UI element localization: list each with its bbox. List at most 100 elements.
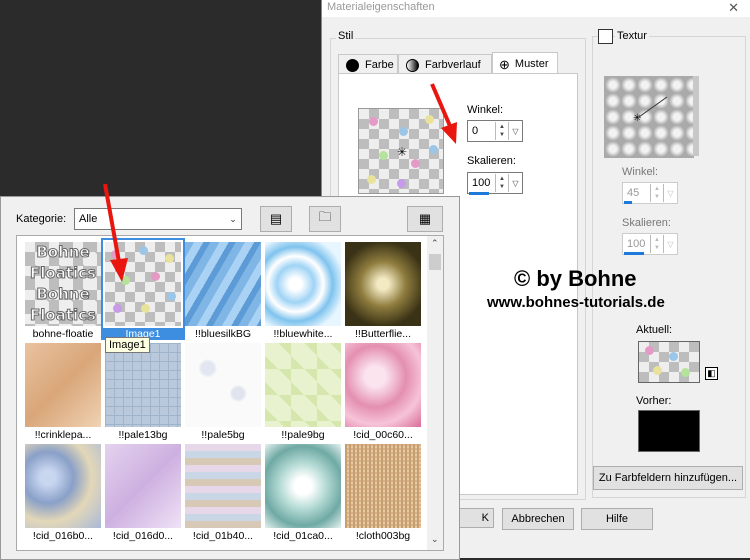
pattern-thumbnail	[105, 343, 181, 427]
skalieren-slider-fill[interactable]	[469, 192, 489, 195]
pattern-thumbnail: Bohne Floatics Bohne Floatics	[25, 242, 101, 326]
tab-muster-label: Muster	[514, 58, 549, 70]
vertical-scrollbar[interactable]: ⌃ ⌄	[427, 236, 443, 550]
spinner-arrows-icon[interactable]: ▲ ▼	[495, 122, 508, 140]
gradient-icon	[406, 58, 419, 72]
pattern-thumbnail	[265, 343, 341, 427]
chevron-down-icon: ▽	[663, 184, 677, 202]
tooltip: Image1	[105, 337, 150, 353]
pattern-caption: !cloth003bg	[355, 530, 411, 542]
chevron-down-icon: ▽	[663, 235, 677, 253]
winkel-label: Winkel:	[467, 104, 504, 116]
pattern-item[interactable]: !!pale13bg	[105, 343, 181, 441]
tab-muster[interactable]: ⊕ Muster	[492, 52, 558, 75]
tab-farbe[interactable]: Farbe	[338, 54, 398, 75]
pattern-thumbnail	[185, 242, 261, 326]
chevron-down-icon[interactable]: ▽	[508, 174, 522, 192]
pattern-thumbnail	[105, 444, 181, 528]
thumb-logo-text: Floatics	[30, 306, 97, 324]
pattern-thumbnail	[25, 444, 101, 528]
pattern-thumbnail	[345, 242, 421, 326]
previous-swatch[interactable]	[638, 410, 700, 452]
skalieren-label: Skalieren:	[467, 155, 516, 167]
skalieren-spinner[interactable]: 100 ▲ ▼ ▽	[467, 172, 523, 194]
vorher-label: Vorher:	[636, 395, 672, 407]
pattern-grid: Bohne Floatics Bohne Floatics bohne-floa…	[16, 235, 444, 551]
texture-skalieren-fill	[624, 252, 644, 255]
texture-winkel-fill	[624, 201, 632, 204]
grid-icon: ▦	[418, 211, 432, 226]
skalieren-value[interactable]: 100	[468, 177, 495, 189]
tab-farbverlauf[interactable]: Farbverlauf	[398, 54, 492, 75]
pattern-caption: !!pale5bg	[201, 429, 245, 441]
pattern-thumbnail	[345, 343, 421, 427]
winkel-value[interactable]: 0	[468, 125, 495, 137]
pattern-caption: !cid_00c60...	[353, 429, 413, 441]
center-marker-icon: ✳	[397, 145, 408, 159]
pattern-item[interactable]: !!pale9bg	[265, 343, 341, 441]
pattern-item[interactable]: !!bluewhite...	[265, 242, 341, 340]
pattern-item[interactable]: !cid_00c60...	[345, 343, 421, 441]
chevron-down-icon[interactable]: ▽	[508, 122, 522, 140]
pattern-thumbnail	[101, 238, 185, 330]
chevron-down-icon[interactable]: ⌄	[225, 214, 241, 225]
pattern-item-selected[interactable]: Image1	[101, 238, 185, 340]
texture-skalieren-label: Skalieren:	[622, 217, 671, 229]
pattern-thumbnail	[345, 444, 421, 528]
thumb-logo-text: Bohne	[36, 243, 90, 261]
tab-farbe-label: Farbe	[365, 59, 394, 71]
pattern-caption: !!pale9bg	[281, 429, 325, 441]
pattern-item[interactable]: !!bluesilkBG	[185, 242, 261, 340]
add-to-swatches-button[interactable]: Zu Farbfeldern hinzufügen...	[593, 466, 743, 490]
pattern-thumbnail	[265, 444, 341, 528]
scroll-up-icon[interactable]: ⌃	[431, 238, 439, 249]
watermark-copyright: © by Bohne	[514, 266, 637, 291]
folder-icon: 🗀	[318, 209, 332, 224]
pattern-caption: !!bluesilkBG	[194, 328, 252, 340]
solid-color-icon	[346, 58, 359, 72]
dialog-title: Materialeigenschaften	[327, 1, 435, 13]
open-folder-button[interactable]: 🗀	[309, 206, 341, 232]
scroll-down-icon[interactable]: ⌄	[431, 534, 439, 545]
pattern-browser: Kategorie: Alle ⌄ ▤ 🗀 ▦ Bohne Floatics B…	[0, 196, 460, 560]
view-list-button[interactable]: ▤	[260, 206, 292, 232]
grid-view-button[interactable]: ▦	[407, 206, 443, 232]
pattern-caption: !!bluewhite...	[273, 328, 333, 340]
tab-farbverlauf-label: Farbverlauf	[425, 59, 481, 71]
pattern-item[interactable]: !cid_01b40...	[185, 444, 261, 542]
pattern-item[interactable]: !cid_016b0...	[25, 444, 101, 542]
pattern-caption: !!crinklepa...	[34, 429, 92, 441]
pattern-thumbnail	[185, 444, 261, 528]
close-icon[interactable]: ✕	[728, 0, 739, 16]
pattern-item[interactable]: Bohne Floatics Bohne Floatics bohne-floa…	[25, 242, 101, 340]
texture-preview[interactable]: ✳	[604, 76, 694, 158]
swap-icon[interactable]: ◧	[705, 367, 718, 380]
category-select[interactable]: Alle ⌄	[74, 208, 242, 230]
help-button[interactable]: Hilfe	[581, 508, 653, 530]
spinner-arrows-icon[interactable]: ▲ ▼	[495, 174, 508, 192]
current-swatch[interactable]	[638, 341, 700, 383]
watermark-url: www.bohnes-tutorials.de	[487, 294, 665, 311]
pattern-thumbnail	[25, 343, 101, 427]
pattern-caption: !cid_016d0...	[112, 530, 174, 542]
pattern-item[interactable]: !!pale5bg	[185, 343, 261, 441]
scrollbar-thumb[interactable]	[429, 254, 441, 270]
cancel-button[interactable]: Abbrechen	[502, 508, 574, 530]
svg-text:✳: ✳	[633, 113, 641, 124]
texture-scroll	[693, 76, 699, 156]
pattern-item[interactable]: !cid_016d0...	[105, 444, 181, 542]
pattern-item[interactable]: !cloth003bg	[345, 444, 421, 542]
texture-skalieren-value: 100	[627, 238, 646, 250]
pattern-item[interactable]: !!crinklepa...	[25, 343, 101, 441]
pattern-item[interactable]: !!Butterflie...	[345, 242, 421, 340]
thumb-logo-text: Floatics	[30, 264, 97, 282]
dialog-titlebar: Materialeigenschaften ✕	[322, 0, 750, 17]
pattern-thumbnail	[265, 242, 341, 326]
category-value: Alle	[79, 213, 98, 225]
aktuell-label: Aktuell:	[636, 324, 673, 336]
winkel-spinner[interactable]: 0 ▲ ▼ ▽	[467, 120, 523, 142]
texture-checkbox[interactable]	[598, 29, 613, 44]
thumb-logo-text: Bohne	[36, 285, 90, 303]
pattern-item[interactable]: !cid_01ca0...	[265, 444, 341, 542]
pattern-preview[interactable]: ✳	[358, 108, 444, 194]
